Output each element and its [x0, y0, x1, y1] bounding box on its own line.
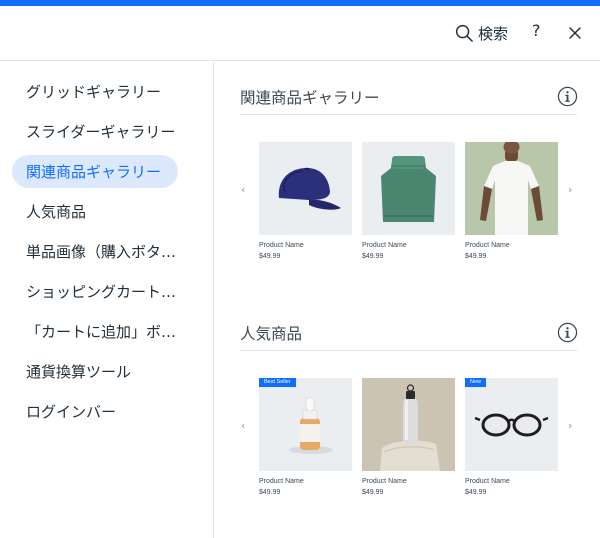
sidebar-item-related-products-gallery[interactable]: 関連商品ギャラリー — [12, 155, 178, 188]
product-image — [259, 142, 352, 235]
cap-icon — [278, 167, 341, 210]
product-name: Product Name — [465, 478, 510, 485]
product-card[interactable]: Product Name $49.99 — [259, 142, 352, 260]
product-card[interactable]: Product Name $49.99 — [362, 378, 455, 496]
tshirt-icon — [480, 142, 543, 235]
section-title-related-gallery: 関連商品ギャラリー — [240, 89, 380, 107]
sidebar-item-single-product-image[interactable]: 単品画像（購入ボタ… — [12, 235, 190, 268]
sidebar-item-popular-products[interactable]: 人気商品 — [12, 195, 100, 228]
product-card[interactable]: Best Seller Product Name $49.99 — [259, 378, 352, 496]
product-price: $49.99 — [465, 253, 487, 260]
product-name: Product Name — [465, 242, 510, 249]
search-label: 検索 — [478, 24, 509, 43]
info-icon[interactable] — [557, 322, 578, 343]
product-price: $49.99 — [362, 253, 384, 260]
product-name: Product Name — [362, 242, 407, 249]
product-image — [362, 378, 455, 471]
gallery-prev-arrow[interactable]: ‹ — [241, 419, 245, 432]
sidebar-item-grid-gallery[interactable]: グリッドギャラリー — [12, 75, 175, 108]
glasses-icon — [474, 413, 549, 437]
product-image: New — [465, 378, 558, 471]
section-title-popular-products: 人気商品 — [240, 325, 303, 343]
product-card[interactable]: Product Name $49.99 — [465, 142, 558, 260]
product-price: $49.99 — [362, 489, 384, 496]
product-card[interactable]: Product Name $49.99 — [362, 142, 455, 260]
sidebar-item-add-to-cart-button[interactable]: 「カートに追加」ボ… — [12, 315, 190, 348]
section-divider — [240, 114, 577, 115]
product-price: $49.99 — [465, 489, 487, 496]
product-image — [465, 142, 558, 235]
sidebar-item-login-bar[interactable]: ログインバー — [12, 395, 130, 428]
product-name: Product Name — [259, 478, 304, 485]
close-icon[interactable] — [568, 26, 582, 40]
product-image — [362, 142, 455, 235]
panel-header: 検索 ? — [0, 6, 600, 61]
section-divider — [240, 350, 577, 351]
sidebar-item-shopping-cart[interactable]: ショッピングカート… — [12, 275, 190, 308]
sidebar-item-slider-gallery[interactable]: スライダーギャラリー — [12, 115, 189, 148]
product-name: Product Name — [259, 242, 304, 249]
product-price: $49.99 — [259, 489, 281, 496]
sidebar: グリッドギャラリー スライダーギャラリー 関連商品ギャラリー 人気商品 単品画像… — [0, 62, 214, 538]
product-price: $49.99 — [259, 253, 281, 260]
gallery-prev-arrow[interactable]: ‹ — [241, 183, 245, 196]
product-badge: New — [465, 378, 487, 387]
sweater-icon — [381, 156, 436, 222]
product-badge: Best Seller — [259, 378, 296, 387]
gallery-next-arrow[interactable]: › — [568, 183, 572, 196]
dropper-bottle-icon — [289, 397, 333, 454]
product-image: Best Seller — [259, 378, 352, 471]
sidebar-item-currency-converter[interactable]: 通貨換算ツール — [12, 355, 145, 388]
product-name: Product Name — [362, 478, 407, 485]
info-icon[interactable] — [557, 86, 578, 107]
search-button[interactable]: 検索 — [455, 22, 508, 44]
water-bottle-icon — [380, 384, 440, 471]
search-icon — [455, 24, 473, 42]
help-button[interactable]: ? — [532, 21, 541, 40]
product-card[interactable]: New Product Name $49.99 — [465, 378, 558, 496]
gallery-next-arrow[interactable]: › — [568, 419, 572, 432]
